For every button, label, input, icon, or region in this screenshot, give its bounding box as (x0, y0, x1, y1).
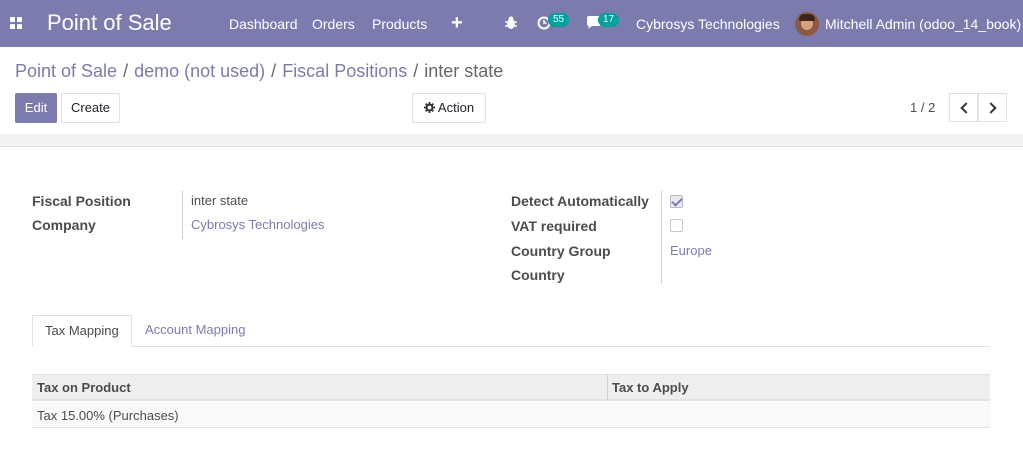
breadcrumb-separator: / (413, 61, 419, 81)
chevron-left-icon (960, 102, 972, 114)
vat-required-label: VAT required (511, 218, 597, 234)
tab-tax-mapping[interactable]: Tax Mapping (32, 315, 132, 347)
detect-automatically-checkbox[interactable] (670, 195, 683, 208)
country-label: Country (511, 267, 565, 283)
action-button[interactable]: Action (412, 93, 486, 123)
detect-automatically-label: Detect Automatically (511, 193, 649, 209)
column-header-tax-to-apply[interactable]: Tax to Apply (612, 380, 689, 395)
gear-icon (423, 102, 435, 113)
table-header: Tax on Product Tax to Apply (32, 374, 990, 401)
edit-button[interactable]: Edit (15, 93, 57, 123)
menu-orders[interactable]: Orders (312, 16, 355, 32)
messages-count-badge: 17 (598, 13, 620, 27)
breadcrumb-current: inter state (424, 61, 504, 81)
apps-menu-icon[interactable] (10, 17, 22, 29)
table-row[interactable]: Tax 15.00% (Purchases) (32, 402, 990, 428)
breadcrumb-point-of-sale[interactable]: Point of Sale (15, 61, 117, 81)
company-label: Company (32, 217, 96, 233)
action-label: Action (437, 100, 475, 115)
menu-products[interactable]: Products (372, 16, 427, 32)
breadcrumb: Point of Sale / demo (not used) / Fiscal Pos… (15, 61, 503, 82)
user-menu[interactable]: Mitchell Admin (odoo_14_book) (825, 16, 1021, 32)
pager-previous-button[interactable] (949, 93, 978, 122)
content-separator (0, 134, 1023, 147)
table-cell-tax-on-product: Tax 15.00% (Purchases) (37, 408, 179, 423)
column-header-tax-on-product[interactable]: Tax on Product (37, 380, 131, 395)
breadcrumb-separator: / (271, 61, 277, 81)
tab-account-mapping[interactable]: Account Mapping (133, 315, 257, 347)
fiscal-position-label: Fiscal Position (32, 193, 131, 209)
top-navbar: Point of Sale Dashboard Orders Products … (0, 0, 1023, 47)
breadcrumb-fiscal-positions[interactable]: Fiscal Positions (282, 61, 407, 81)
create-button[interactable]: Create (61, 93, 120, 123)
column-divider (607, 375, 608, 400)
menu-dashboard[interactable]: Dashboard (229, 16, 298, 32)
right-column-divider (661, 191, 662, 284)
pager-next-button[interactable] (978, 93, 1007, 122)
chevron-right-icon (985, 102, 997, 114)
pager-value[interactable]: 1 / 2 (910, 100, 935, 115)
fiscal-position-value: inter state (191, 193, 249, 208)
left-column-divider (182, 191, 183, 239)
bug-icon[interactable] (504, 16, 518, 30)
company-switcher[interactable]: Cybrosys Technologies (636, 16, 780, 32)
vat-required-checkbox[interactable] (670, 219, 683, 232)
country-group-value-link[interactable]: Europe (670, 243, 712, 258)
activity-count-badge: 55 (548, 13, 570, 27)
plus-icon[interactable]: + (451, 12, 463, 35)
company-value-link[interactable]: Cybrosys Technologies (191, 217, 324, 232)
country-group-label: Country Group (511, 243, 611, 259)
breadcrumb-separator: / (123, 61, 129, 81)
breadcrumb-demo[interactable]: demo (not used) (134, 61, 265, 81)
app-brand[interactable]: Point of Sale (47, 10, 172, 36)
avatar[interactable] (795, 12, 819, 36)
